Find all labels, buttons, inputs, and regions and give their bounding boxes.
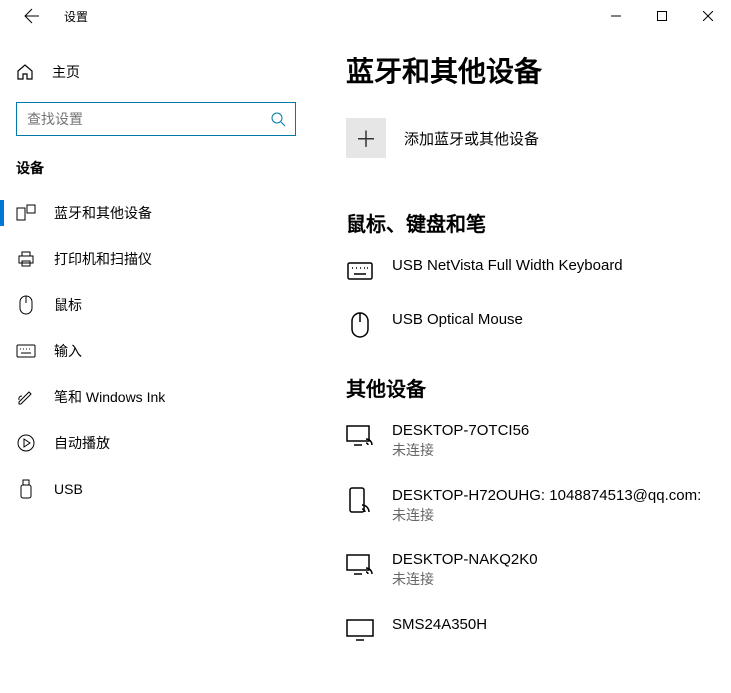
device-item-mouse[interactable]: USB Optical Mouse	[346, 309, 731, 339]
monitor-icon	[346, 616, 374, 644]
device-name: USB Optical Mouse	[392, 309, 523, 330]
home-link[interactable]: 主页	[0, 52, 310, 92]
autoplay-icon	[16, 434, 36, 452]
home-icon	[16, 63, 34, 81]
device-status: 未连接	[392, 570, 538, 590]
page-title: 蓝牙和其他设备	[346, 50, 731, 90]
plus-icon: ＋	[346, 118, 386, 158]
display-cast-icon	[346, 422, 374, 450]
search-input[interactable]	[17, 111, 261, 127]
home-label: 主页	[52, 62, 80, 82]
window-title: 设置	[64, 8, 88, 25]
search-wrap	[0, 92, 310, 142]
add-device-button[interactable]: ＋ 添加蓝牙或其他设备	[346, 118, 731, 158]
maximize-icon	[657, 11, 667, 21]
printer-icon	[16, 250, 36, 268]
usb-icon	[16, 479, 36, 499]
search-icon	[261, 111, 295, 127]
nav-label: 鼠标	[54, 295, 82, 315]
nav-item-bluetooth[interactable]: 蓝牙和其他设备	[0, 190, 310, 236]
device-item-other-1[interactable]: DESKTOP-H72OUHG: 1048874513@qq.com: 未连接	[346, 485, 731, 526]
add-device-label: 添加蓝牙或其他设备	[404, 128, 539, 149]
phone-cast-icon	[346, 487, 374, 515]
nav-item-typing[interactable]: 输入	[0, 328, 310, 374]
maximize-button[interactable]	[639, 0, 685, 32]
device-item-other-2[interactable]: DESKTOP-NAKQ2K0 未连接	[346, 549, 731, 590]
section-heading-other: 其他设备	[346, 373, 731, 402]
device-name: DESKTOP-H72OUHG: 1048874513@qq.com:	[392, 485, 701, 506]
titlebar: 设置	[0, 0, 731, 32]
device-item-other-0[interactable]: DESKTOP-7OTCI56 未连接	[346, 420, 731, 461]
keyboard-icon	[16, 344, 36, 358]
sidebar: 主页 设备 蓝牙和其他设备 打印机和扫描仪	[0, 32, 310, 693]
search-box[interactable]	[16, 102, 296, 136]
display-cast-icon	[346, 551, 374, 579]
bluetooth-devices-icon	[16, 204, 36, 222]
mouse-icon	[346, 311, 374, 339]
device-name: DESKTOP-7OTCI56	[392, 420, 529, 441]
nav-item-mouse[interactable]: 鼠标	[0, 282, 310, 328]
window-controls	[593, 0, 731, 32]
nav-label: 自动播放	[54, 433, 110, 453]
close-button[interactable]	[685, 0, 731, 32]
device-status: 未连接	[392, 441, 529, 461]
main-pane: 蓝牙和其他设备 ＋ 添加蓝牙或其他设备 鼠标、键盘和笔 USB NetVista…	[310, 32, 731, 693]
nav-label: 输入	[54, 341, 82, 361]
minimize-icon	[611, 11, 621, 21]
keyboard-icon	[346, 257, 374, 285]
nav-item-usb[interactable]: USB	[0, 466, 310, 512]
device-name: DESKTOP-NAKQ2K0	[392, 549, 538, 570]
device-name: SMS24A350H	[392, 614, 487, 635]
close-icon	[703, 11, 713, 21]
back-button[interactable]	[16, 0, 48, 32]
mouse-icon	[16, 295, 36, 315]
back-arrow-icon	[24, 8, 40, 24]
nav-label: 笔和 Windows Ink	[54, 387, 165, 407]
nav-label: USB	[54, 481, 83, 497]
nav-item-printers[interactable]: 打印机和扫描仪	[0, 236, 310, 282]
device-status: 未连接	[392, 506, 701, 526]
nav-list: 蓝牙和其他设备 打印机和扫描仪 鼠标 输入	[0, 190, 310, 512]
minimize-button[interactable]	[593, 0, 639, 32]
nav-item-pen[interactable]: 笔和 Windows Ink	[0, 374, 310, 420]
nav-label: 蓝牙和其他设备	[54, 203, 152, 223]
pen-icon	[16, 388, 36, 406]
device-item-keyboard[interactable]: USB NetVista Full Width Keyboard	[346, 255, 731, 285]
nav-item-autoplay[interactable]: 自动播放	[0, 420, 310, 466]
device-item-other-3[interactable]: SMS24A350H	[346, 614, 731, 644]
section-heading-input: 鼠标、键盘和笔	[346, 208, 731, 237]
nav-label: 打印机和扫描仪	[54, 249, 152, 269]
sidebar-group-label: 设备	[0, 142, 310, 190]
device-name: USB NetVista Full Width Keyboard	[392, 255, 623, 276]
